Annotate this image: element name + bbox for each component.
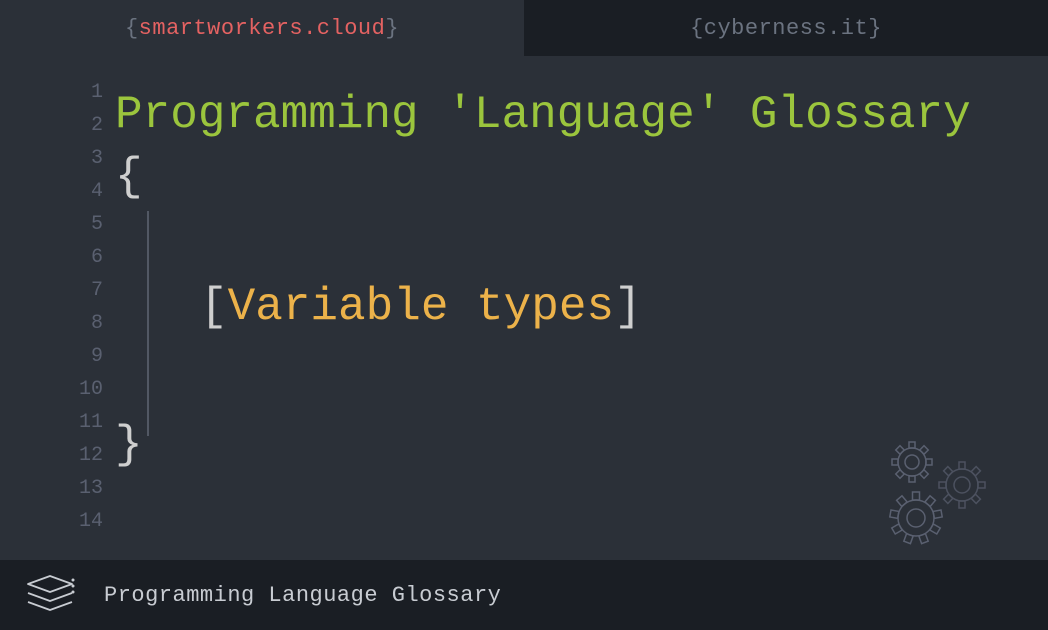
tab-right-text: cyberness.it: [704, 16, 868, 41]
line-numbers-gutter: 1 2 3 4 5 6 7 8 9 10 11 12 13 14: [0, 76, 115, 560]
slide-title: Programming 'Language' Glossary: [115, 90, 1048, 140]
tab-left-text: smartworkers.cloud: [139, 16, 386, 41]
brace-right: }: [868, 16, 882, 41]
open-brace: {: [115, 152, 1048, 202]
line-number: 7: [91, 274, 103, 307]
tab-cyberness[interactable]: {cyberness.it}: [524, 0, 1048, 56]
line-number: 12: [79, 439, 103, 472]
gears-icon: [880, 440, 1010, 550]
brace-left: {: [690, 16, 704, 41]
line-number: 2: [91, 109, 103, 142]
footer-bar: Programming Language Glossary: [0, 560, 1048, 630]
line-number: 13: [79, 472, 103, 505]
line-number: 14: [79, 505, 103, 538]
slide-subtitle: [Variable types]: [200, 281, 642, 333]
line-number: 6: [91, 241, 103, 274]
bracket-right: ]: [614, 281, 642, 333]
line-number: 9: [91, 340, 103, 373]
line-number: 5: [91, 208, 103, 241]
subtitle-text: Variable types: [228, 281, 614, 333]
line-number: 10: [79, 373, 103, 406]
tab-smartworkers[interactable]: {smartworkers.cloud}: [0, 0, 524, 56]
line-number: 3: [91, 142, 103, 175]
indent-guide: [147, 211, 149, 436]
line-number: 11: [79, 406, 103, 439]
line-number: 1: [91, 76, 103, 109]
brace-left: {: [125, 16, 139, 41]
brace-right: }: [385, 16, 399, 41]
line-number: 8: [91, 307, 103, 340]
bracket-left: [: [200, 281, 228, 333]
footer-title: Programming Language Glossary: [104, 583, 501, 608]
line-number: 4: [91, 175, 103, 208]
layers-icon: [22, 574, 78, 616]
